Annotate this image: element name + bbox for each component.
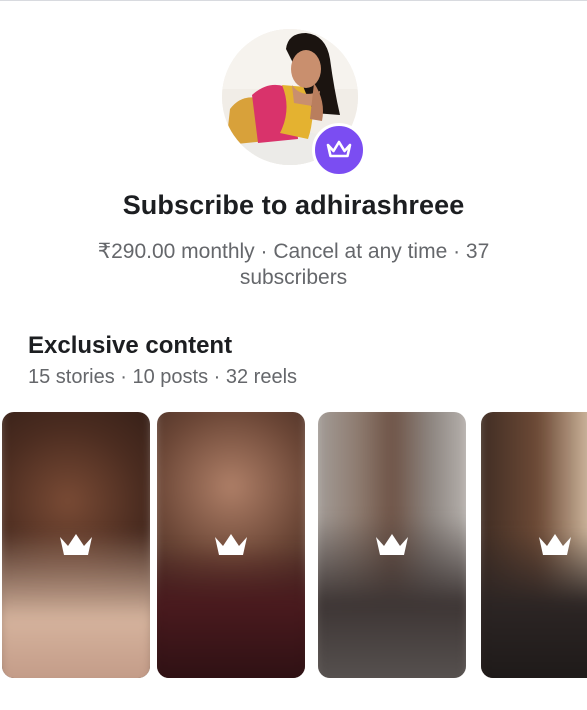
profile-avatar[interactable] — [222, 29, 366, 177]
subscriber-badge — [312, 123, 366, 177]
crown-icon — [326, 140, 352, 158]
locked-content-tile[interactable] — [2, 412, 150, 678]
locked-content-tile[interactable] — [157, 412, 305, 678]
crown-icon — [539, 534, 571, 555]
locked-content-tile[interactable] — [318, 412, 466, 678]
top-divider — [0, 0, 587, 1]
crown-icon — [376, 534, 408, 555]
subscription-details: ₹290.00 monthly · Cancel at any time · 3… — [97, 240, 490, 289]
exclusive-content-heading: Exclusive content — [28, 332, 233, 359]
exclusive-content-carousel[interactable] — [0, 412, 587, 680]
exclusive-content-stats: 15 stories · 10 posts · 32 reels — [28, 366, 298, 388]
crown-icon — [215, 534, 247, 555]
locked-content-tile[interactable] — [481, 412, 587, 678]
subscribe-title: Subscribe to adhirashreee — [122, 190, 465, 220]
crown-icon — [60, 534, 92, 555]
